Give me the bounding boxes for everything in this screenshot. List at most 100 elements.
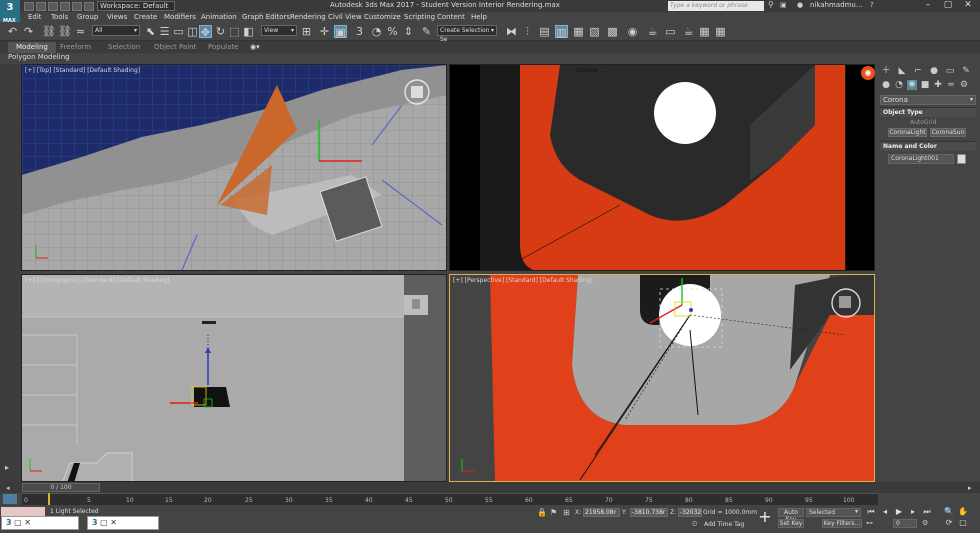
object-name-field[interactable]: CoronaLight001 bbox=[888, 154, 954, 164]
set-key-button[interactable]: Set Key bbox=[778, 519, 804, 528]
bind-spacewarp-icon[interactable]: ≈ bbox=[74, 25, 87, 38]
ribbon-options-icon[interactable]: ◉▾ bbox=[250, 43, 260, 51]
key-mode-icon[interactable]: ⊷ bbox=[866, 519, 873, 527]
next-key-icon[interactable]: ▸ bbox=[908, 508, 918, 517]
autogrid-checkbox[interactable]: AutoGrid bbox=[910, 119, 937, 126]
set-key-icon[interactable]: + bbox=[758, 508, 772, 526]
place-icon[interactable]: ◧ bbox=[242, 25, 255, 38]
time-tag-icon[interactable]: ⏲ bbox=[692, 520, 697, 529]
y-coordinate-field[interactable]: -3810.738r bbox=[630, 508, 668, 517]
select-by-name-icon[interactable]: ☰ bbox=[158, 25, 171, 38]
align-icon[interactable]: ⫶ bbox=[521, 25, 534, 38]
cart-icon[interactable]: ▣ bbox=[780, 1, 789, 10]
go-to-end-icon[interactable]: ⏭ bbox=[922, 508, 932, 517]
tab-modeling[interactable]: Modeling bbox=[8, 42, 56, 53]
tab-selection[interactable]: Selection bbox=[100, 42, 148, 53]
utilities-tab-icon[interactable]: ✎ bbox=[961, 66, 971, 76]
menu-animation[interactable]: Animation bbox=[201, 12, 237, 23]
redo-icon[interactable]: ↷ bbox=[22, 25, 35, 38]
rotate-icon[interactable]: ↻ bbox=[214, 25, 227, 38]
menu-content[interactable]: Content bbox=[437, 12, 465, 23]
project-folder-icon[interactable] bbox=[84, 2, 94, 11]
viewport-top-label[interactable]: [+] [Top] [Standard] [Default Shading] bbox=[25, 67, 140, 74]
select-object-icon[interactable]: ⬉ bbox=[144, 25, 157, 38]
angle-snap-icon[interactable]: ◔ bbox=[370, 25, 383, 38]
menu-graph-editors[interactable]: Graph Editors bbox=[242, 12, 290, 23]
menu-modifiers[interactable]: Modifiers bbox=[164, 12, 196, 23]
named-selection-sets-dropdown[interactable]: Create Selection Se bbox=[437, 25, 497, 43]
spacewarps-icon[interactable]: ≈ bbox=[946, 80, 956, 90]
scale-icon[interactable]: ⬚ bbox=[228, 25, 241, 38]
modify-tab-icon[interactable]: ◣ bbox=[897, 66, 907, 76]
viewport-camera-label[interactable]: Corona... bbox=[576, 67, 603, 74]
time-slider[interactable] bbox=[0, 482, 980, 493]
layer-explorer-icon[interactable]: ▥ bbox=[555, 25, 568, 39]
time-slider-thumb[interactable]: 0 / 100 bbox=[22, 483, 100, 492]
menu-create[interactable]: Create bbox=[134, 12, 157, 23]
create-tab-icon[interactable]: ＋ bbox=[881, 66, 891, 76]
menu-scripting[interactable]: Scripting bbox=[404, 12, 435, 23]
viewport-camera[interactable]: Corona... bbox=[449, 64, 875, 271]
undo-icon[interactable]: ↶ bbox=[6, 25, 19, 38]
mirror-icon[interactable]: ⧓ bbox=[505, 25, 518, 38]
redo-quick-icon[interactable] bbox=[72, 2, 82, 11]
zoom-icon[interactable]: 🔍 bbox=[944, 508, 954, 517]
prev-frame-icon[interactable]: ◂ bbox=[6, 484, 10, 492]
viewport-ortho-label[interactable]: [+] [Orthographic] [Standard] [Default S… bbox=[25, 277, 170, 284]
material-editor-icon[interactable]: ◉ bbox=[626, 25, 639, 38]
corona-sun-button[interactable]: CoronaSun bbox=[930, 128, 966, 137]
ribbon-toggle-icon[interactable]: ▦ bbox=[572, 25, 585, 38]
schematic-view-icon[interactable]: ▩ bbox=[606, 25, 619, 38]
name-color-rollout[interactable]: Name and Color bbox=[880, 141, 976, 151]
object-type-rollout[interactable]: Object Type bbox=[880, 107, 976, 117]
rect-selection-icon[interactable]: ▭ bbox=[172, 25, 185, 38]
corona-light-button[interactable]: CoronaLight bbox=[888, 128, 927, 137]
display-tab-icon[interactable]: ▭ bbox=[945, 66, 955, 76]
curve-editor-icon[interactable]: ▧ bbox=[588, 25, 601, 38]
select-manipulate-icon[interactable]: ✛ bbox=[318, 25, 331, 38]
time-config-icon[interactable]: ⚙ bbox=[922, 519, 928, 527]
auto-key-button[interactable]: Auto Key bbox=[778, 508, 804, 523]
isolate-icon[interactable]: ⚑ bbox=[550, 508, 557, 517]
hierarchy-tab-icon[interactable]: ⌐ bbox=[913, 66, 923, 76]
prev-key-icon[interactable]: ◂ bbox=[880, 508, 890, 517]
tab-populate[interactable]: Populate bbox=[200, 42, 246, 53]
current-frame-field[interactable]: 0 bbox=[893, 519, 917, 528]
menu-customize[interactable]: Customize bbox=[364, 12, 401, 23]
menu-rendering[interactable]: Rendering bbox=[290, 12, 326, 23]
workspace-dropdown[interactable]: Workspace: Default bbox=[97, 1, 175, 11]
mini-curve-editor-button[interactable] bbox=[3, 494, 17, 504]
corona-render-icon[interactable]: ▦ bbox=[698, 25, 711, 38]
unlink-icon[interactable]: ⛓ bbox=[58, 25, 72, 38]
move-icon[interactable]: ✥ bbox=[199, 25, 212, 39]
lock-selection-icon[interactable]: 🔒 bbox=[537, 508, 547, 517]
rendered-frame-window-icon[interactable]: ▭ bbox=[664, 25, 677, 38]
x-coordinate-field[interactable]: 21958.08r bbox=[583, 508, 620, 517]
render-production-icon[interactable]: ☕ bbox=[682, 25, 695, 38]
user-account[interactable]: nikahmadmu... bbox=[810, 1, 863, 9]
minimize-button[interactable]: – bbox=[918, 0, 938, 12]
object-color-swatch[interactable] bbox=[957, 154, 966, 164]
orbit-icon[interactable]: ⟳ bbox=[944, 519, 954, 528]
menu-tools[interactable]: Tools bbox=[51, 12, 68, 23]
key-selection-dropdown[interactable]: Selected bbox=[806, 508, 861, 517]
edit-named-selection-icon[interactable]: ✎ bbox=[420, 25, 433, 38]
corona-tools-icon[interactable]: ▦ bbox=[714, 25, 727, 38]
link-icon[interactable]: ⛓ bbox=[42, 25, 56, 38]
new-scene-icon[interactable] bbox=[24, 2, 34, 11]
menu-group[interactable]: Group bbox=[77, 12, 98, 23]
corona-logo-icon[interactable]: ◉ bbox=[861, 66, 875, 80]
next-frame-icon[interactable]: ▸ bbox=[968, 484, 972, 492]
keyboard-shortcut-override-icon[interactable]: ▣ bbox=[334, 25, 347, 39]
window-crossing-icon[interactable]: ◫ bbox=[186, 25, 199, 38]
tab-object-paint[interactable]: Object Paint bbox=[146, 42, 204, 53]
cameras-icon[interactable]: ■ bbox=[920, 80, 930, 90]
user-icon[interactable]: ● bbox=[797, 1, 806, 10]
taskbar-thumbnail[interactable]: 3 ▢ ✕ bbox=[87, 516, 159, 530]
helpers-icon[interactable]: ✚ bbox=[933, 80, 943, 90]
menu-civil-view[interactable]: Civil View bbox=[328, 12, 362, 23]
lights-icon[interactable]: ✺ bbox=[907, 80, 917, 90]
viewport-orthographic[interactable]: [+] [Orthographic] [Standard] [Default S… bbox=[21, 274, 447, 482]
render-setup-icon[interactable]: ☕ bbox=[646, 25, 659, 38]
snaps-toggle-icon[interactable]: 3 bbox=[353, 25, 366, 38]
